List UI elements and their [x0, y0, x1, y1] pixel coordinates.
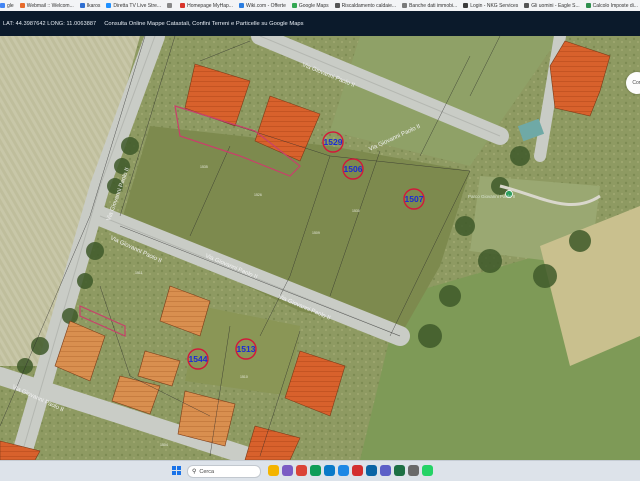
bookmark-item[interactable]: [167, 3, 174, 8]
bookmark-label: Gli uomini - Eagle S...: [531, 2, 580, 9]
parcel-small-number: 1511: [135, 271, 143, 275]
bookmark-label: Wiki.com - Offerte: [245, 2, 286, 9]
bookmark-favicon-icon: [291, 3, 297, 8]
parcel-small-number: 1526: [254, 193, 262, 197]
bookmark-favicon-icon: [463, 3, 469, 8]
bookmark-favicon-icon: [167, 3, 173, 8]
bookmark-label: Webmail :: Welcom...: [26, 2, 74, 9]
bookmark-favicon-icon: [238, 3, 244, 8]
bookmark-label: gle: [7, 2, 14, 9]
bookmark-label: Diretta TV Live Stre...: [113, 2, 162, 9]
parcel-small-number: 1504: [160, 443, 168, 447]
bookmark-item[interactable]: Banche dati immobi...: [402, 3, 457, 9]
bookmark-label: Ikaros: [86, 2, 101, 9]
settings-icon[interactable]: [408, 465, 419, 476]
bookmark-item[interactable]: Homepage MyHap...: [180, 3, 233, 9]
bookmark-item[interactable]: Gli uomini - Eagle S...: [524, 2, 580, 9]
map-canvas[interactable]: Parco Giovanni Paolo II Via Giovanni Pao…: [0, 36, 640, 460]
store-icon[interactable]: [310, 465, 321, 476]
search-placeholder: Cerca: [199, 468, 215, 475]
bookmark-favicon-icon: [106, 3, 112, 8]
bookmark-item[interactable]: Login - NKG Services: [463, 3, 518, 9]
bookmark-item[interactable]: Riscaldamento caldaie...: [334, 2, 397, 9]
parcel-label: 1506: [344, 164, 363, 174]
app-l-icon[interactable]: [352, 465, 363, 476]
parcel-small-number: 1530: [352, 209, 360, 213]
satellite-map[interactable]: Parco Giovanni Paolo II Via Giovanni Pao…: [0, 36, 640, 460]
coordinates-readout: LAT: 44.3987642 LONG: 11.0063887: [3, 20, 97, 27]
whatsapp-icon[interactable]: [422, 465, 433, 476]
coordinates-bar: LAT: 44.3987642 LONG: 11.0063887 Consult…: [0, 11, 640, 36]
bookmark-label: Calcolo Imposte di...: [592, 2, 638, 9]
bookmark-favicon-icon: [402, 3, 408, 8]
bookmark-item[interactable]: Google Maps: [291, 2, 329, 9]
poi-label[interactable]: Parco Giovanni Paolo II: [468, 194, 515, 199]
bookmark-label: Riscaldamento caldaie...: [341, 2, 397, 9]
excel-icon[interactable]: [394, 465, 405, 476]
bookmark-label: Google Maps: [298, 2, 329, 9]
photos-icon[interactable]: [282, 465, 293, 476]
bookmark-favicon-icon: [19, 3, 25, 8]
bookmark-label: Homepage MyHap...: [187, 2, 233, 9]
parcel-label: 1529: [324, 137, 343, 147]
bookmark-item[interactable]: Calcolo Imposte di...: [585, 2, 638, 9]
parcel-label: 1513: [237, 344, 256, 354]
bookmark-favicon-icon: [585, 3, 591, 8]
taskbar: ⚲ Cerca: [0, 460, 640, 481]
bookmark-favicon-icon: [180, 3, 186, 8]
bookmark-favicon-icon: [524, 3, 530, 8]
parcel-label: 1507: [405, 194, 424, 204]
teams-icon[interactable]: [380, 465, 391, 476]
bookmark-item[interactable]: Ikaros: [79, 2, 101, 9]
file-explorer-icon[interactable]: [268, 465, 279, 476]
windows-start-icon[interactable]: [172, 466, 182, 476]
mail-icon[interactable]: [338, 465, 349, 476]
taskbar-search-box[interactable]: ⚲ Cerca: [187, 465, 261, 478]
bookmark-item[interactable]: gle: [0, 3, 14, 9]
parcel-small-number: 1509: [312, 231, 320, 235]
parcel-small-number: 1535: [200, 165, 208, 169]
outlook-icon[interactable]: [366, 465, 377, 476]
page-title: Consulta Online Mappe Catastali, Confini…: [104, 20, 304, 27]
bookmark-favicon-icon: [0, 3, 5, 8]
parcel-label: 1544: [189, 354, 208, 364]
parcel-small-number: 1510: [240, 375, 248, 379]
search-icon: ⚲: [192, 469, 197, 475]
edge-icon[interactable]: [324, 465, 335, 476]
bookmark-item[interactable]: Webmail :: Welcom...: [19, 2, 74, 9]
bookmark-label: Banche dati immobi...: [409, 2, 458, 9]
bookmark-label: Login - NKG Services: [470, 2, 519, 9]
bookmark-item[interactable]: Diretta TV Live Stre...: [106, 3, 161, 9]
chrome-icon[interactable]: [296, 465, 307, 476]
bookmark-favicon-icon: [334, 3, 340, 8]
bookmark-favicon-icon: [79, 3, 85, 8]
bookmark-item[interactable]: Wiki.com - Offerte: [238, 2, 286, 9]
